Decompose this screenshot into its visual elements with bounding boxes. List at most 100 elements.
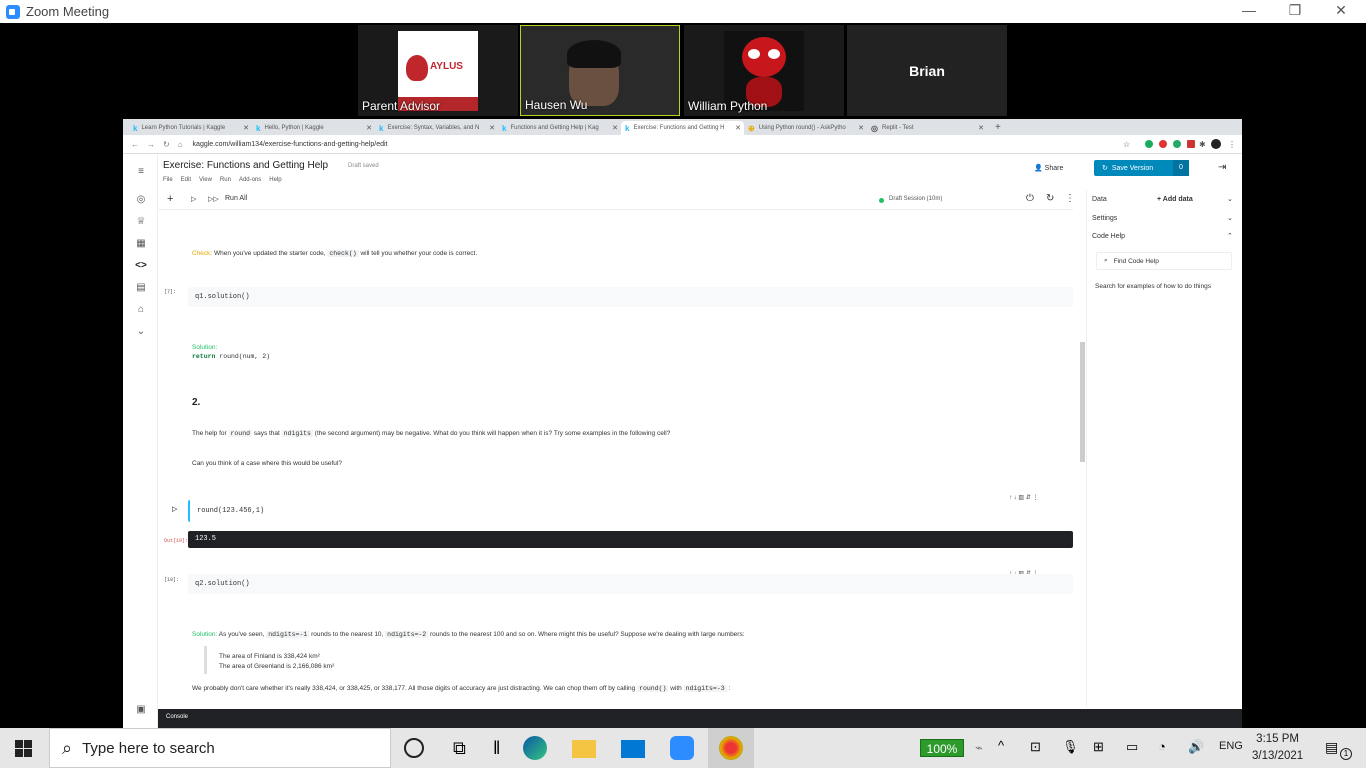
close-tab-icon[interactable]: ✕ bbox=[489, 124, 495, 132]
collapse-panel-icon[interactable]: ⇥ bbox=[1218, 162, 1226, 173]
session-status[interactable]: Draft Session (10m) bbox=[889, 196, 942, 202]
extension-icon[interactable] bbox=[1159, 140, 1167, 148]
solution-label: Solution: bbox=[192, 344, 218, 351]
code-cell-round[interactable]: round(123.456,1) bbox=[188, 500, 1073, 522]
zoom-taskbar-icon[interactable] bbox=[670, 736, 694, 760]
close-tab-icon[interactable]: ✕ bbox=[612, 124, 618, 132]
chevron-up-icon[interactable]: ⌃ bbox=[1227, 232, 1233, 240]
more-icon[interactable]: ⋮ bbox=[1065, 193, 1075, 204]
hamburger-icon[interactable]: ≡ bbox=[135, 166, 147, 178]
chevron-down-icon[interactable]: ⌄ bbox=[135, 326, 147, 338]
menu-file[interactable]: File bbox=[163, 177, 173, 183]
add-cell-icon[interactable]: + bbox=[167, 193, 173, 205]
comments-icon[interactable]: ▤ bbox=[135, 282, 147, 294]
code-icon[interactable]: <> bbox=[135, 260, 147, 272]
close-tab-icon[interactable]: ✕ bbox=[243, 124, 249, 132]
extension-icon[interactable] bbox=[1187, 140, 1195, 148]
wifi-icon[interactable]: ◔ bbox=[1158, 739, 1166, 754]
run-cell-icon[interactable]: ▷ bbox=[172, 505, 177, 513]
data-section[interactable]: Data bbox=[1092, 196, 1107, 203]
volume-icon[interactable]: 🔊 bbox=[1188, 739, 1204, 755]
language-indicator[interactable]: ENG bbox=[1219, 740, 1243, 752]
browser-tab[interactable]: ◎ Replit - Test ✕ bbox=[867, 121, 987, 135]
find-code-help-input[interactable]: ⌕ Find Code Help bbox=[1096, 252, 1232, 270]
close-icon[interactable]: ✕ bbox=[1318, 2, 1364, 19]
browser-tab[interactable]: k Functions and Getting Help | Kag ✕ bbox=[498, 121, 621, 135]
run-icon[interactable]: ▷ bbox=[191, 195, 196, 203]
menu-help[interactable]: Help bbox=[269, 177, 281, 183]
menu-run[interactable]: Run bbox=[220, 177, 231, 183]
notification-count: 1 bbox=[1340, 748, 1352, 760]
home-icon[interactable]: ⌂ bbox=[178, 140, 183, 149]
settings-section[interactable]: Settings bbox=[1092, 215, 1117, 222]
edge-icon[interactable] bbox=[523, 736, 547, 760]
battery-indicator[interactable]: 100% bbox=[920, 739, 964, 757]
taskbar-search[interactable]: ⌕ Type here to search bbox=[49, 728, 391, 768]
school-icon[interactable]: ⌂ bbox=[135, 304, 147, 316]
meet-now-icon[interactable]: ⊡ bbox=[1030, 739, 1041, 755]
new-tab-icon[interactable]: + bbox=[995, 122, 1001, 133]
reload-icon[interactable]: ↻ bbox=[163, 140, 170, 149]
notification-icon[interactable]: ▤ bbox=[1325, 739, 1338, 756]
chrome-icon[interactable] bbox=[719, 736, 743, 760]
console-bar[interactable]: Console bbox=[158, 709, 1242, 728]
restart-icon[interactable]: ↻ bbox=[1046, 193, 1054, 204]
windows-start-icon[interactable] bbox=[15, 740, 32, 757]
extension-icon[interactable] bbox=[1173, 140, 1181, 148]
trophy-icon[interactable]: ♕ bbox=[135, 216, 147, 228]
menu-edit[interactable]: Edit bbox=[181, 177, 191, 183]
more-menu-icon[interactable]: ⋮ bbox=[1228, 140, 1236, 149]
back-icon[interactable]: ← bbox=[131, 140, 139, 149]
run-all-button[interactable]: Run All bbox=[225, 195, 247, 202]
participant-tile-hausen-wu[interactable]: Hausen Wu bbox=[520, 25, 680, 116]
participant-tile-william-python[interactable]: William Python bbox=[684, 25, 844, 116]
app-tray-icon[interactable]: ⊞ bbox=[1093, 739, 1104, 755]
chevron-down-icon[interactable]: ⌄ bbox=[1227, 195, 1233, 203]
browser-tab[interactable]: k Learn Python Tutorials | Kaggle ✕ bbox=[129, 121, 252, 135]
restore-icon[interactable]: ❐ bbox=[1272, 2, 1318, 19]
url-field[interactable]: kaggle.com/william134/exercise-functions… bbox=[193, 141, 388, 148]
close-tab-icon[interactable]: ✕ bbox=[366, 124, 372, 132]
run-all-icon[interactable]: ▷▷ bbox=[208, 195, 219, 203]
browser-tab[interactable]: k Exercise: Syntax, Variables, and N ✕ bbox=[375, 121, 498, 135]
power-icon[interactable]: ⏻ bbox=[1026, 193, 1034, 204]
code-cell-q2[interactable]: q2.solution() bbox=[188, 574, 1073, 594]
participant-name: Brian bbox=[909, 63, 945, 79]
participant-tile-brian[interactable]: Brian bbox=[847, 25, 1007, 116]
cortana-icon[interactable] bbox=[404, 738, 424, 758]
mail-icon[interactable] bbox=[621, 740, 645, 758]
compass-icon[interactable]: ◎ bbox=[135, 194, 147, 206]
browser-tab[interactable]: ⊕ Using Python round() - AskPytho ✕ bbox=[744, 121, 867, 135]
plug-icon[interactable]: ⌁ bbox=[975, 740, 983, 756]
share-button[interactable]: 👤 Share bbox=[1034, 164, 1063, 172]
close-tab-icon[interactable]: ✕ bbox=[735, 124, 741, 132]
close-tab-icon[interactable]: ✕ bbox=[978, 124, 984, 132]
chevron-down-icon[interactable]: ⌄ bbox=[1227, 214, 1233, 222]
notebook-title[interactable]: Exercise: Functions and Getting Help bbox=[163, 160, 328, 171]
file-explorer-icon[interactable] bbox=[572, 740, 596, 758]
chevron-up-icon[interactable]: ^ bbox=[998, 738, 1004, 753]
table-icon[interactable]: ▦ bbox=[135, 238, 147, 250]
extension-icon[interactable] bbox=[1145, 140, 1153, 148]
browser-tab-active[interactable]: k Exercise: Functions and Getting H ✕ bbox=[621, 121, 744, 135]
notifications-icon[interactable]: ▣ bbox=[135, 704, 147, 716]
profile-avatar[interactable] bbox=[1211, 139, 1221, 149]
battery-icon[interactable]: ▭ bbox=[1126, 739, 1138, 755]
save-version-button[interactable]: ↻ Save Version 0 bbox=[1094, 160, 1189, 176]
forward-icon[interactable]: → bbox=[147, 140, 155, 149]
code-cell-q1[interactable]: q1.solution() bbox=[188, 287, 1073, 307]
browser-tab[interactable]: k Hello, Python | Kaggle ✕ bbox=[252, 121, 375, 135]
menu-view[interactable]: View bbox=[199, 177, 212, 183]
menu-addons[interactable]: Add-ons bbox=[239, 177, 261, 183]
task-view-icon[interactable]: ⧉ bbox=[453, 736, 477, 760]
bookmark-star-icon[interactable]: ☆ bbox=[1123, 140, 1130, 149]
scrollbar[interactable] bbox=[1080, 342, 1085, 462]
participant-tile-parent-advisor[interactable]: AYLUS Parent Advisor bbox=[358, 25, 518, 116]
clock[interactable]: 3:15 PM 3/13/2021 bbox=[1252, 731, 1303, 765]
microphone-icon[interactable]: 🎙 bbox=[1062, 739, 1079, 755]
puzzle-icon[interactable]: ✱ bbox=[1199, 140, 1206, 149]
code-help-section[interactable]: Code Help bbox=[1092, 233, 1125, 240]
close-tab-icon[interactable]: ✕ bbox=[858, 124, 864, 132]
minimize-icon[interactable]: — bbox=[1226, 2, 1272, 18]
add-data-button[interactable]: + Add data bbox=[1157, 196, 1193, 203]
